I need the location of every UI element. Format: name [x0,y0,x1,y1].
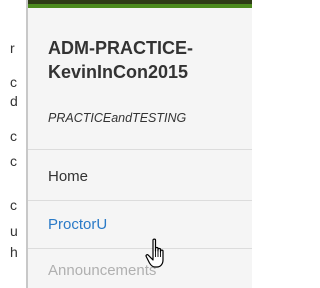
edge-text: u [10,223,18,239]
nav-item-proctoru[interactable]: ProctorU [48,216,107,233]
hand-pointer-cursor-icon [145,238,164,268]
edge-text: c [10,74,17,90]
edge-text: c [10,128,17,144]
menu-divider [28,200,252,201]
course-menu-panel: ADM-PRACTICE-KevinInCon2015 PRACTICEandT… [28,0,252,288]
edge-text: h [10,244,18,260]
edge-text: c [10,197,17,213]
background-window-edge: r c d c c c u h [0,0,28,288]
menu-divider [28,248,252,249]
course-title[interactable]: ADM-PRACTICE-KevinInCon2015 [48,36,248,84]
edge-text: d [10,93,18,109]
menu-divider [28,149,252,150]
course-color-bar [28,0,252,8]
course-color-bar-accent [28,4,252,8]
nav-item-announcements[interactable]: Announcements [48,262,156,279]
nav-item-home[interactable]: Home [48,168,88,185]
edge-text: c [10,153,17,169]
edge-text: r [10,40,15,56]
course-subtitle: PRACTICEandTESTING [48,111,187,125]
